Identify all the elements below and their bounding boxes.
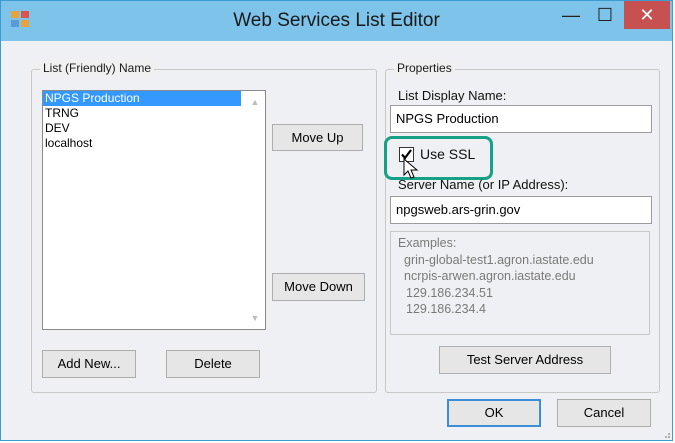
close-button[interactable]: ✕ xyxy=(624,1,670,29)
properties-group-label: Properties xyxy=(394,61,455,75)
list-group-label: List (Friendly) Name xyxy=(40,61,155,75)
server-name-label: Server Name (or IP Address): xyxy=(398,177,569,192)
example-line: 129.186.234.51 xyxy=(406,286,493,300)
ok-button[interactable]: OK xyxy=(447,399,541,427)
title-bar[interactable]: Web Services List Editor — ☐ ✕ xyxy=(1,1,672,41)
cancel-button[interactable]: Cancel xyxy=(557,399,651,427)
move-up-button[interactable]: Move Up xyxy=(272,124,363,151)
maximize-button[interactable]: ☐ xyxy=(588,1,622,31)
example-line: 129.186.234.4 xyxy=(406,302,486,316)
resize-grip-icon[interactable] xyxy=(661,429,671,439)
delete-button[interactable]: Delete xyxy=(166,350,260,378)
display-name-label: List Display Name: xyxy=(398,88,507,103)
server-name-field[interactable]: npgsweb.ars-grin.gov xyxy=(390,196,652,224)
test-server-address-button[interactable]: Test Server Address xyxy=(439,346,611,374)
examples-label: Examples: xyxy=(398,236,457,250)
example-line: grin-global-test1.agron.iastate.edu xyxy=(404,253,594,267)
list-item[interactable]: NPGS Production xyxy=(43,91,241,106)
list-item[interactable]: TRNG xyxy=(43,106,265,121)
scroll-up-arrow-icon[interactable]: ▲ xyxy=(249,97,261,107)
add-new-button[interactable]: Add New... xyxy=(42,350,136,378)
list-item[interactable]: DEV xyxy=(43,121,265,136)
minimize-button[interactable]: — xyxy=(554,1,588,31)
example-line: ncrpis-arwen.agron.iastate.edu xyxy=(404,269,576,283)
list-item[interactable]: localhost xyxy=(43,136,265,151)
move-down-button[interactable]: Move Down xyxy=(272,273,365,301)
services-listbox[interactable]: NPGS Production TRNG DEV localhost ▲ ▼ xyxy=(42,90,266,330)
scroll-down-arrow-icon[interactable]: ▼ xyxy=(249,313,261,323)
use-ssl-label[interactable]: Use SSL xyxy=(420,146,475,162)
display-name-field[interactable]: NPGS Production xyxy=(390,105,652,133)
